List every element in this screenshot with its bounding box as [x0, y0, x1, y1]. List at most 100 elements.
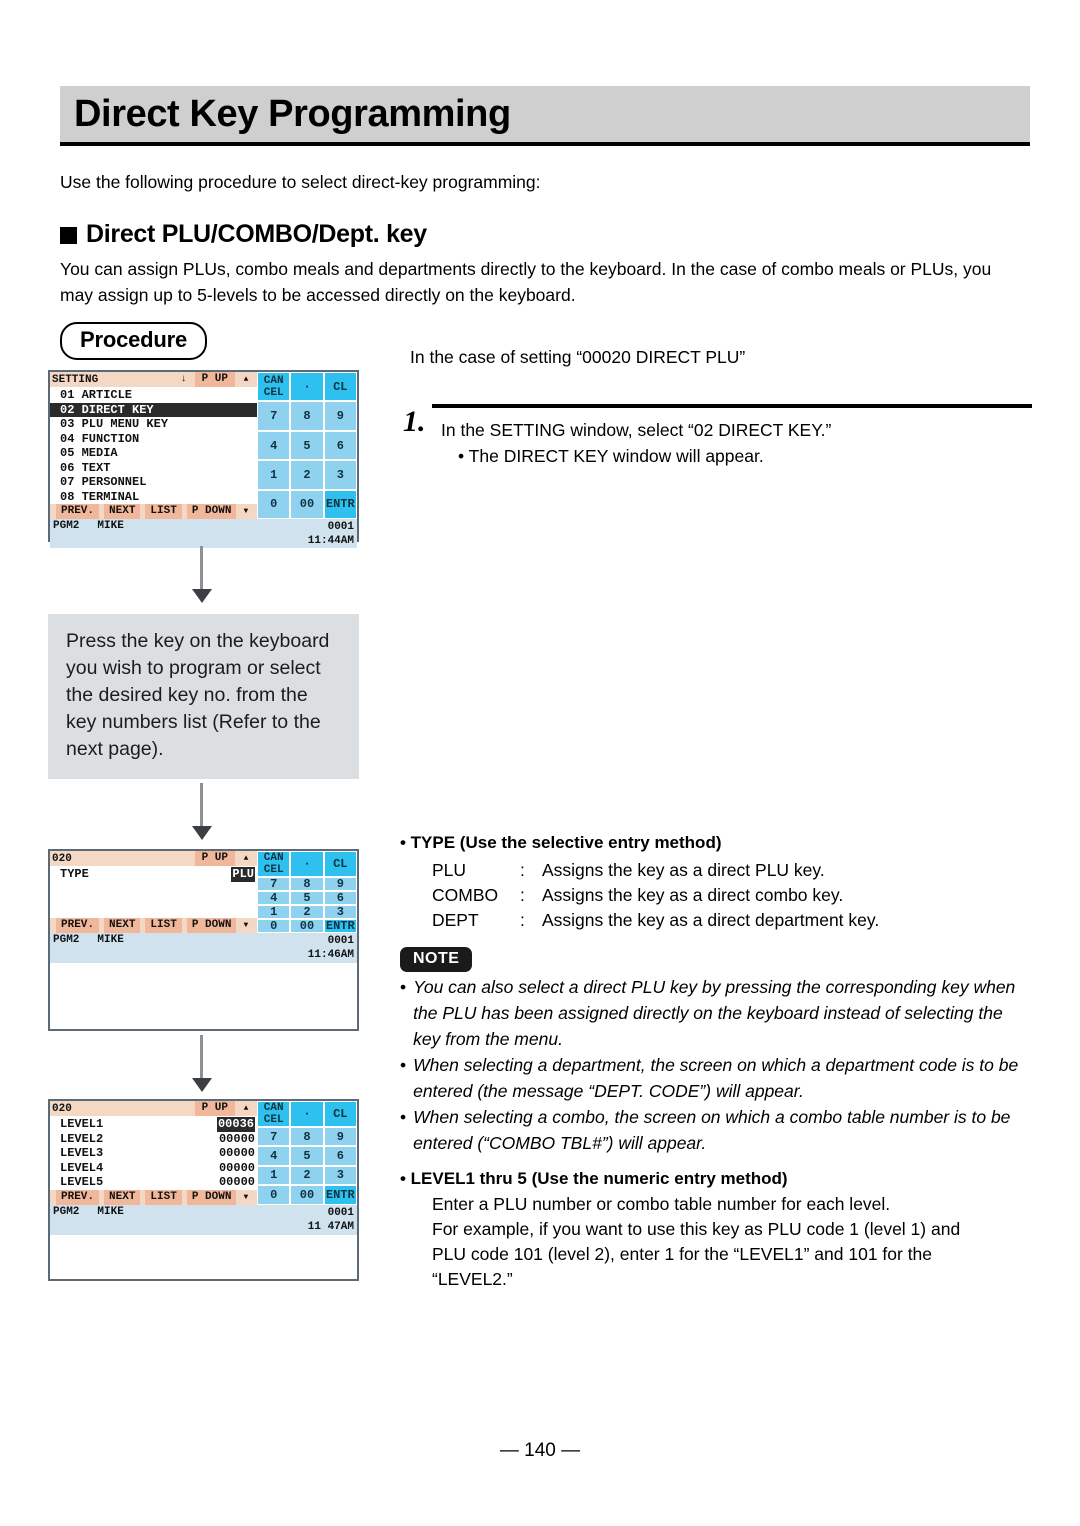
keypad-key-label: 4 [270, 438, 278, 453]
keypad-key-2[interactable]: 2 [290, 460, 324, 490]
keypad-key-2[interactable]: 2 [290, 905, 324, 919]
list-item[interactable]: LEVEL1 00036 [50, 1117, 257, 1132]
keypad-key--[interactable]: · [290, 851, 324, 877]
keypad-key-9[interactable]: 9 [323, 401, 357, 431]
softkey-list[interactable]: LIST [145, 1189, 182, 1205]
lcd-header: SETTING ↓ P UP ▲ [50, 372, 257, 387]
keypad-key-2[interactable]: 2 [290, 1165, 324, 1186]
lcd-screen-levels[interactable]: 020 P UP ▲ LEVEL1 00036 LEVEL2 00000 LEVEL3 0000… [48, 1099, 359, 1281]
keypad-key-entr[interactable]: ENTR [323, 489, 357, 520]
keypad-key-5[interactable]: 5 [290, 1146, 324, 1166]
keypad-key-8[interactable]: 8 [290, 401, 324, 431]
softkey-p-down[interactable]: P DOWN [186, 918, 237, 933]
keypad-key-7[interactable]: 7 [257, 877, 291, 891]
softkey-list[interactable]: LIST [145, 918, 182, 933]
softkey-p-down[interactable]: P DOWN [186, 504, 237, 519]
keypad-key-5[interactable]: 5 [290, 891, 324, 905]
keypad-key-6[interactable]: 6 [323, 430, 357, 461]
keypad-key-3[interactable]: 3 [323, 905, 357, 919]
keypad-key-00[interactable]: 00 [290, 1185, 324, 1205]
list-item[interactable]: 08 TERMINAL [50, 490, 257, 505]
list-item[interactable]: 01 ARTICLE [50, 388, 257, 403]
list-item[interactable]: 04 FUNCTION [50, 432, 257, 447]
keypad-key-1[interactable]: 1 [257, 905, 291, 919]
lcd-right-pane: CAN CEL · CL 7 8 9 4 5 6 1 2 3 0 00 ENTR [257, 372, 357, 520]
softkey-next[interactable]: NEXT [104, 918, 141, 933]
scroll-up-arrow-icon[interactable]: ▲ [235, 1101, 257, 1116]
keypad-key-cancel[interactable]: CAN CEL [257, 372, 291, 402]
keypad-key-4[interactable]: 4 [257, 891, 291, 905]
list-item[interactable]: 06 TEXT [50, 461, 257, 476]
softkey-prev[interactable]: PREV. [56, 1189, 100, 1205]
keypad-key-1[interactable]: 1 [257, 460, 291, 490]
list-item-label: TYPE [60, 867, 89, 881]
keypad-key-6[interactable]: 6 [323, 1146, 357, 1166]
keypad-key-label: 9 [336, 409, 344, 424]
scroll-down-arrow-icon[interactable]: ▼ [241, 921, 248, 930]
keypad-key-cl[interactable]: CL [323, 1101, 357, 1127]
list-item[interactable]: LEVEL5 00000 [50, 1175, 257, 1190]
section-heading: Direct PLU/COMBO/Dept. key [60, 220, 1020, 249]
keypad-key-8[interactable]: 8 [290, 877, 324, 891]
scroll-up-arrow-icon[interactable]: ▲ [235, 851, 257, 866]
bullet-icon: • [400, 1107, 407, 1127]
softkey-next[interactable]: NEXT [104, 504, 141, 519]
keypad-key-00[interactable]: 00 [290, 489, 324, 520]
lcd-screen-type[interactable]: 020 P UP ▲ TYPE PLU PREV. NEXT LIST P DOWN ▼ CAN CE… [48, 849, 359, 1031]
list-item-value: 00000 [218, 1131, 255, 1146]
list-item[interactable]: LEVEL2 00000 [50, 1132, 257, 1147]
page-up-button[interactable]: P UP [194, 1101, 235, 1116]
keypad-key-00[interactable]: 00 [290, 919, 324, 933]
list-item[interactable]: TYPE PLU [50, 867, 257, 882]
list-item[interactable]: 05 MEDIA [50, 446, 257, 461]
keypad-key-label: 1 [270, 1168, 278, 1183]
softkey-next[interactable]: NEXT [104, 1189, 141, 1205]
keypad-key-8[interactable]: 8 [290, 1127, 324, 1147]
keypad-key-entr[interactable]: ENTR [323, 1185, 357, 1205]
list-item[interactable]: LEVEL3 00000 [50, 1146, 257, 1161]
softkey-list[interactable]: LIST [145, 504, 182, 519]
softkey-prev[interactable]: PREV. [56, 918, 100, 933]
list-item[interactable]: 07 PERSONNEL [50, 475, 257, 490]
scroll-up-arrow-icon[interactable]: ▲ [235, 372, 257, 387]
keypad-key-9[interactable]: 9 [323, 877, 357, 891]
lcd-keypad[interactable]: CAN CEL · CL 7 8 9 4 5 6 1 2 3 0 00 ENTR [257, 1101, 357, 1205]
keypad-key--[interactable]: · [290, 372, 324, 402]
keypad-key-cl[interactable]: CL [323, 372, 357, 402]
lcd-keypad[interactable]: CAN CEL · CL 7 8 9 4 5 6 1 2 3 0 00 ENTR [257, 851, 357, 933]
keypad-key-0[interactable]: 0 [257, 919, 291, 933]
keypad-key-cancel[interactable]: CAN CEL [257, 1101, 291, 1127]
keypad-key-6[interactable]: 6 [323, 891, 357, 905]
list-item[interactable]: 02 DIRECT KEY [50, 402, 257, 417]
keypad-key-4[interactable]: 4 [257, 430, 291, 461]
softkey-prev[interactable]: PREV. [56, 504, 100, 519]
keypad-key-label: 4 [270, 891, 278, 905]
keypad-key-3[interactable]: 3 [323, 460, 357, 490]
keypad-key-1[interactable]: 1 [257, 1165, 291, 1186]
keypad-key-3[interactable]: 3 [323, 1165, 357, 1186]
keypad-key--[interactable]: · [290, 1101, 324, 1127]
keypad-row: 1 2 3 [257, 905, 357, 919]
keypad-key-cl[interactable]: CL [323, 851, 357, 877]
list-item[interactable]: 03 PLU MENU KEY [50, 417, 257, 432]
keypad-key-0[interactable]: 0 [257, 1185, 291, 1205]
lcd-screen-setting[interactable]: SETTING ↓ P UP ▲ 01 ARTICLE 02 DIRECT KEY 03 P… [48, 370, 359, 548]
keypad-key-9[interactable]: 9 [323, 1127, 357, 1147]
keypad-key-5[interactable]: 5 [290, 430, 324, 461]
page-up-button[interactable]: P UP [194, 851, 235, 866]
lcd-softkey-bar: PREV. NEXT LIST P DOWN ▼ [50, 1189, 257, 1205]
keypad-key-0[interactable]: 0 [257, 489, 291, 520]
keypad-key-label: · [303, 1107, 311, 1121]
scroll-down-arrow-icon[interactable]: ▼ [241, 507, 248, 516]
step-text: In the SETTING window, select “02 DIRECT… [441, 420, 832, 440]
keypad-key-4[interactable]: 4 [257, 1146, 291, 1166]
keypad-key-7[interactable]: 7 [257, 1127, 291, 1147]
keypad-key-cancel[interactable]: CAN CEL [257, 851, 291, 877]
keypad-key-7[interactable]: 7 [257, 401, 291, 431]
page-up-button[interactable]: P UP [194, 372, 235, 387]
scroll-down-arrow-icon[interactable]: ▼ [241, 1193, 248, 1202]
list-item[interactable]: LEVEL4 00000 [50, 1161, 257, 1176]
softkey-p-down[interactable]: P DOWN [186, 1189, 237, 1205]
lcd-keypad[interactable]: CAN CEL · CL 7 8 9 4 5 6 1 2 3 0 00 ENTR [257, 372, 357, 520]
keypad-key-entr[interactable]: ENTR [323, 919, 357, 933]
